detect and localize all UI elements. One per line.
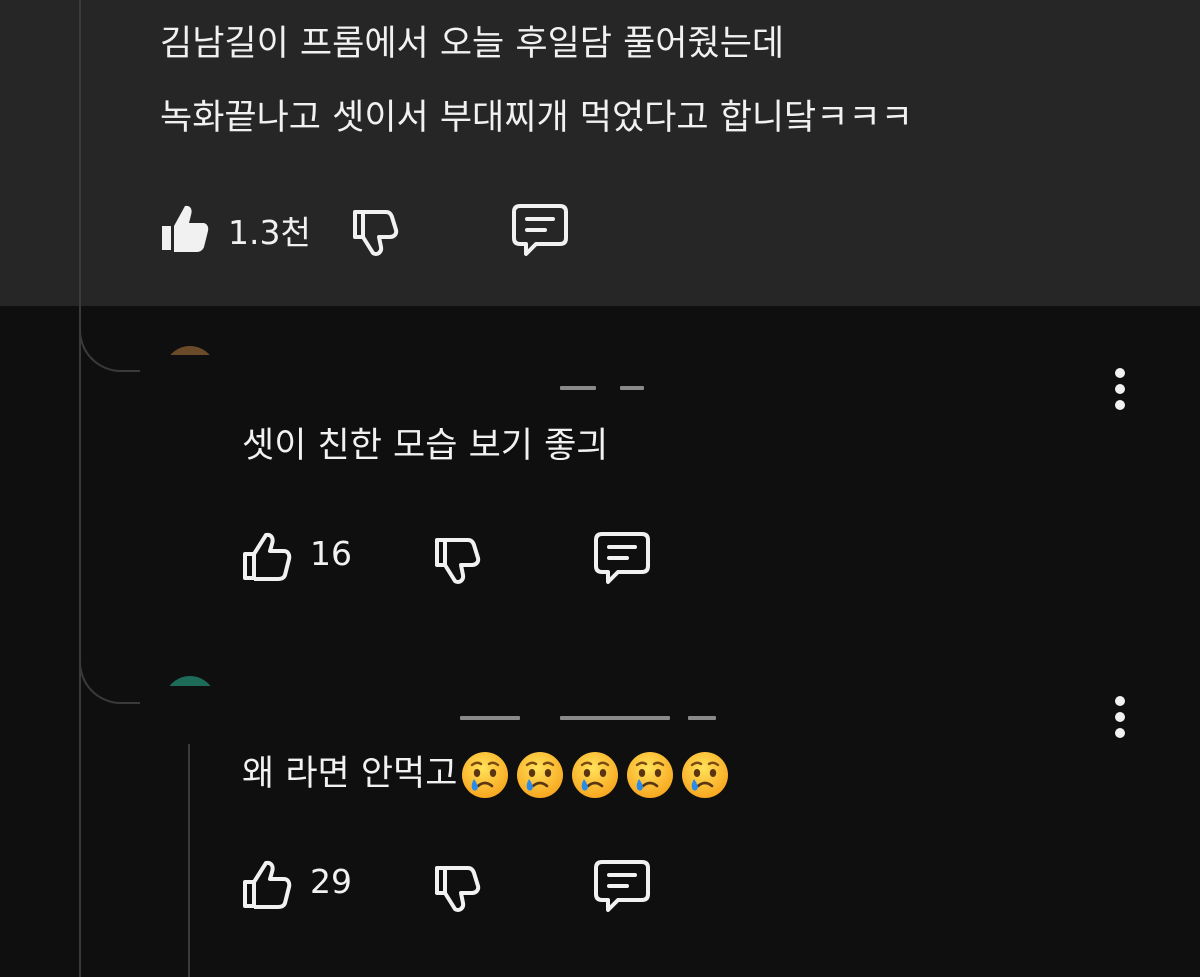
reply-comment-icon[interactable] — [592, 858, 652, 914]
thumbs-down-icon[interactable] — [348, 204, 402, 258]
reply-comment-icon[interactable] — [510, 202, 570, 258]
crying-face-icon — [517, 752, 564, 798]
blurred-metadata — [560, 716, 670, 720]
emoji-row — [459, 749, 734, 801]
blurred-metadata — [560, 386, 596, 390]
blurred-metadata — [460, 716, 520, 720]
thumbs-up-filled-icon[interactable] — [158, 202, 212, 256]
reply-text-body: 왜 라면 안먹고 — [242, 754, 458, 794]
thumbs-down-icon[interactable] — [430, 532, 484, 586]
reply-actions: 16 — [240, 528, 660, 588]
reply-text: 셋이 친한 모습 보기 좋긔 — [242, 426, 609, 466]
thread-connector — [79, 308, 149, 372]
thread-connector — [79, 640, 149, 704]
avatar-mask — [140, 355, 250, 415]
blurred-metadata — [688, 716, 716, 720]
reply-comment-icon[interactable] — [592, 530, 652, 586]
thumbs-down-icon[interactable] — [430, 860, 484, 914]
reply-text: 왜 라면 안먹고 — [242, 746, 734, 803]
blurred-metadata — [620, 386, 644, 390]
like-count: 1.3천 — [228, 213, 311, 252]
parent-actions: 1.3천 — [158, 200, 578, 260]
more-options-icon[interactable] — [1112, 694, 1128, 740]
comment-text-line-1: 김남길이 프롬에서 오늘 후일담 풀어줬는데 — [160, 24, 785, 64]
more-options-icon[interactable] — [1112, 366, 1128, 412]
avatar-mask — [140, 686, 250, 746]
crying-face-icon — [627, 752, 674, 798]
reply-actions: 29 — [240, 856, 660, 916]
thread-line — [79, 0, 81, 977]
crying-face-icon — [682, 752, 729, 798]
crying-face-icon — [572, 752, 619, 798]
like-count: 29 — [310, 862, 352, 901]
reply-thread-line — [188, 744, 190, 977]
crying-face-icon — [462, 752, 509, 798]
comment-text-line-2: 녹화끝나고 셋이서 부대찌개 먹었다고 합니닼ㅋㅋㅋ — [160, 98, 913, 138]
thumbs-up-icon[interactable] — [240, 530, 294, 584]
like-count: 16 — [310, 534, 352, 573]
thumbs-up-icon[interactable] — [240, 858, 294, 912]
